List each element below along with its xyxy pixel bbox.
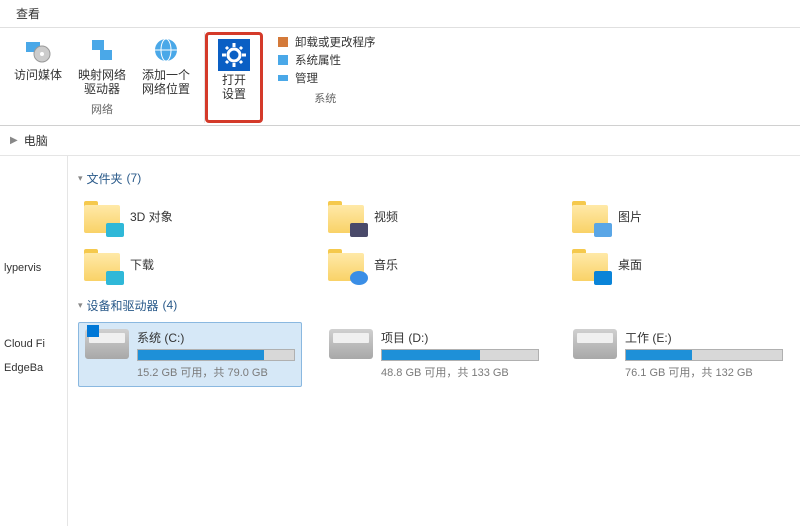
section-header-drives[interactable]: ▾ 设备和驱动器 (4) — [78, 297, 790, 314]
folder-grid: 3D 对象 视频 图片 下载 音乐 桌面 — [78, 195, 790, 287]
access-media-label: 访问媒体 — [14, 68, 62, 82]
chevron-down-icon: ▾ — [78, 173, 83, 184]
drive-icon — [85, 329, 129, 359]
gear-icon — [218, 39, 250, 71]
folder-icon — [570, 247, 610, 283]
sidebar-item[interactable] — [0, 280, 67, 292]
open-settings-label: 打开 设置 — [222, 73, 246, 102]
manage-icon — [275, 70, 291, 86]
folder-label: 视频 — [374, 208, 398, 225]
drive-name: 项目 (D:) — [381, 329, 539, 346]
folder-icon — [326, 247, 366, 283]
folder-icon — [82, 199, 122, 235]
sidebar-item[interactable]: Cloud Fi — [0, 332, 67, 356]
folder-item[interactable]: 视频 — [322, 195, 546, 239]
drive-grid: 系统 (C:) 15.2 GB 可用，共 79.0 GB 项目 (D:) 48.… — [78, 322, 790, 387]
folder-item[interactable]: 图片 — [566, 195, 790, 239]
ribbon-group-network: 访问媒体 映射网络 驱动器 添加一个 网络位置 网络 — [0, 32, 205, 123]
tab-view[interactable]: 查看 — [8, 2, 48, 25]
sidebar-item[interactable]: EdgeBa — [0, 356, 67, 380]
drive-item[interactable]: 项目 (D:) 48.8 GB 可用，共 133 GB — [322, 322, 546, 387]
drive-icon — [329, 329, 373, 359]
section-drives-count: (4) — [163, 298, 178, 312]
drive-stats: 48.8 GB 可用，共 133 GB — [381, 364, 539, 380]
section-drives-label: 设备和驱动器 — [87, 297, 159, 314]
folder-label: 桌面 — [618, 256, 642, 273]
ribbon-group-system: 卸载或更改程序 系统属性 管理 系统 — [263, 32, 388, 123]
manage-button[interactable]: 管理 — [275, 70, 376, 86]
drive-icon — [573, 329, 617, 359]
section-folders-label: 文件夹 — [87, 170, 123, 187]
section-folders-count: (7) — [127, 171, 142, 185]
drive-item[interactable]: 工作 (E:) 76.1 GB 可用，共 132 GB — [566, 322, 790, 387]
folder-icon — [326, 199, 366, 235]
uninstall-button[interactable]: 卸载或更改程序 — [275, 34, 376, 50]
chevron-down-icon: ▾ — [78, 300, 83, 311]
ribbon-group-network-label: 网络 — [91, 101, 113, 117]
folder-label: 3D 对象 — [130, 208, 173, 225]
chevron-right-icon: ▶ — [10, 135, 18, 146]
content-panel: ▾ 文件夹 (7) 3D 对象 视频 图片 下载 — [68, 156, 800, 526]
ribbon: 访问媒体 映射网络 驱动器 添加一个 网络位置 网络 — [0, 28, 800, 126]
drive-item[interactable]: 系统 (C:) 15.2 GB 可用，共 79.0 GB — [78, 322, 302, 387]
access-media-button[interactable]: 访问媒体 — [8, 32, 68, 99]
properties-icon — [275, 52, 291, 68]
map-drive-icon — [86, 34, 118, 66]
main-area: lypervis Cloud Fi EdgeBa ▾ 文件夹 (7) 3D 对象… — [0, 156, 800, 526]
ribbon-group-system-label: 系统 — [314, 90, 336, 106]
folder-item[interactable]: 下载 — [78, 243, 302, 287]
drive-usage-bar — [137, 349, 295, 361]
system-properties-button[interactable]: 系统属性 — [275, 52, 376, 68]
add-location-button[interactable]: 添加一个 网络位置 — [136, 32, 196, 99]
add-location-label: 添加一个 网络位置 — [142, 68, 190, 97]
folder-label: 音乐 — [374, 256, 398, 273]
ribbon-group-settings-highlighted: 打开 设置 — [205, 32, 263, 123]
folder-icon — [82, 247, 122, 283]
folder-item[interactable]: 桌面 — [566, 243, 790, 287]
folder-label: 下载 — [130, 256, 154, 273]
drive-stats: 76.1 GB 可用，共 132 GB — [625, 364, 783, 380]
map-drive-label: 映射网络 驱动器 — [78, 68, 126, 97]
drive-name: 工作 (E:) — [625, 329, 783, 346]
breadcrumb-computer[interactable]: 电脑 — [24, 132, 48, 149]
drive-usage-bar — [625, 349, 783, 361]
globe-icon — [150, 34, 182, 66]
system-properties-label: 系统属性 — [295, 52, 341, 68]
drive-name: 系统 (C:) — [137, 329, 295, 346]
open-settings-button[interactable]: 打开 设置 — [210, 37, 258, 104]
sidebar-item[interactable]: lypervis — [0, 256, 67, 280]
folder-icon — [570, 199, 610, 235]
drive-stats: 15.2 GB 可用，共 79.0 GB — [137, 364, 295, 380]
map-drive-button[interactable]: 映射网络 驱动器 — [72, 32, 132, 99]
uninstall-icon — [275, 34, 291, 50]
manage-label: 管理 — [295, 70, 318, 86]
media-cd-icon — [22, 34, 54, 66]
breadcrumb[interactable]: ▶ 电脑 — [0, 126, 800, 156]
drive-usage-bar — [381, 349, 539, 361]
sidebar: lypervis Cloud Fi EdgeBa — [0, 156, 68, 526]
folder-item[interactable]: 音乐 — [322, 243, 546, 287]
folder-label: 图片 — [618, 208, 642, 225]
tab-bar: 查看 — [0, 0, 800, 28]
folder-item[interactable]: 3D 对象 — [78, 195, 302, 239]
uninstall-label: 卸载或更改程序 — [295, 34, 376, 50]
section-header-folders[interactable]: ▾ 文件夹 (7) — [78, 170, 790, 187]
